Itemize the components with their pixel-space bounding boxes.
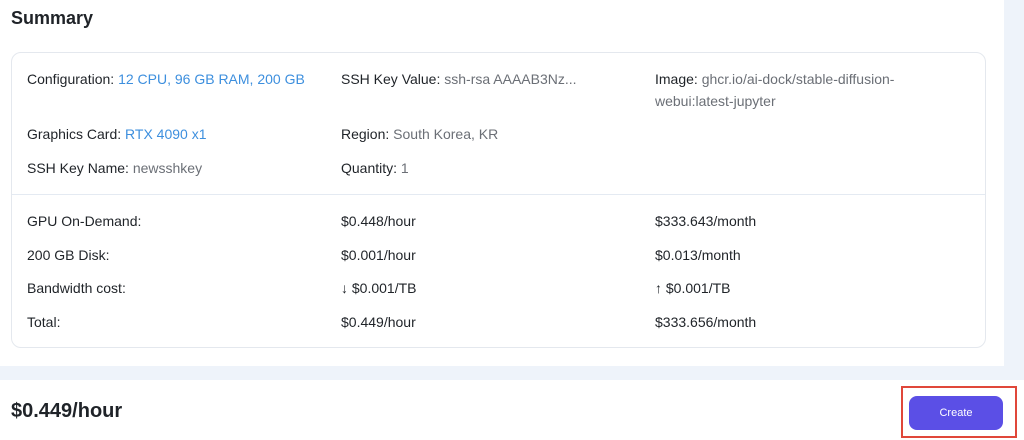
- region-label: Region:: [341, 126, 390, 142]
- cost-label-gpu: GPU On-Demand:: [27, 213, 142, 229]
- cost-monthly-gpu: $333.643/month: [655, 213, 757, 229]
- create-button-highlight: Create: [901, 386, 1017, 438]
- graphics-card-field: Graphics Card: RTX 4090 x1: [27, 123, 207, 145]
- cost-hourly-total: $0.449/hour: [341, 314, 416, 330]
- ssh-key-value-label: SSH Key Value:: [341, 71, 441, 87]
- summary-divider: [12, 194, 985, 195]
- configuration-label: Configuration:: [27, 71, 115, 87]
- cost-label-total: Total:: [27, 314, 61, 330]
- summary-panel: Summary Configuration: 12 CPU, 96 GB RAM…: [0, 0, 1004, 366]
- page-background-divider: [0, 366, 1024, 380]
- image-label: Image:: [655, 71, 698, 87]
- cost-download-bandwidth: ↓ $0.001/TB: [341, 280, 417, 296]
- graphics-card-value: RTX 4090 x1: [125, 126, 207, 142]
- ssh-key-value-field: SSH Key Value: ssh-rsa AAAAB3Nz...: [341, 68, 577, 90]
- ssh-key-name-label: SSH Key Name:: [27, 160, 129, 176]
- cost-label-disk: 200 GB Disk:: [27, 247, 110, 263]
- region-value: South Korea, KR: [393, 126, 499, 142]
- image-value-line1: ghcr.io/ai-dock/stable-diffusion-: [701, 71, 895, 87]
- cost-monthly-total: $333.656/month: [655, 314, 757, 330]
- quantity-field: Quantity: 1: [341, 157, 409, 179]
- image-value-line2: webui:latest-jupyter: [655, 93, 776, 109]
- graphics-card-label: Graphics Card:: [27, 126, 122, 142]
- summary-title: Summary: [11, 8, 94, 28]
- page-background-strip: [1004, 0, 1024, 380]
- summary-card: Configuration: 12 CPU, 96 GB RAM, 200 GB…: [11, 52, 986, 348]
- region-field: Region: South Korea, KR: [341, 123, 498, 145]
- ssh-key-name-value: newsshkey: [132, 160, 203, 176]
- ssh-key-value-value: ssh-rsa AAAAB3Nz...: [444, 71, 577, 87]
- configuration-value: 12 CPU, 96 GB RAM, 200 GB: [118, 71, 305, 87]
- quantity-label: Quantity:: [341, 160, 398, 176]
- cost-upload-bandwidth: ↑ $0.001/TB: [655, 280, 731, 296]
- create-button[interactable]: Create: [909, 396, 1003, 430]
- cost-monthly-disk: $0.013/month: [655, 247, 741, 263]
- cost-hourly-gpu: $0.448/hour: [341, 213, 416, 229]
- image-field: Image: ghcr.io/ai-dock/stable-diffusion-…: [655, 68, 975, 112]
- quantity-value: 1: [400, 160, 409, 176]
- cost-hourly-disk: $0.001/hour: [341, 247, 416, 263]
- cost-label-bandwidth: Bandwidth cost:: [27, 280, 126, 296]
- ssh-key-name-field: SSH Key Name: newsshkey: [27, 157, 202, 179]
- footer-total-price: $0.449/hour: [11, 400, 123, 422]
- configuration-field: Configuration: 12 CPU, 96 GB RAM, 200 GB: [27, 68, 305, 90]
